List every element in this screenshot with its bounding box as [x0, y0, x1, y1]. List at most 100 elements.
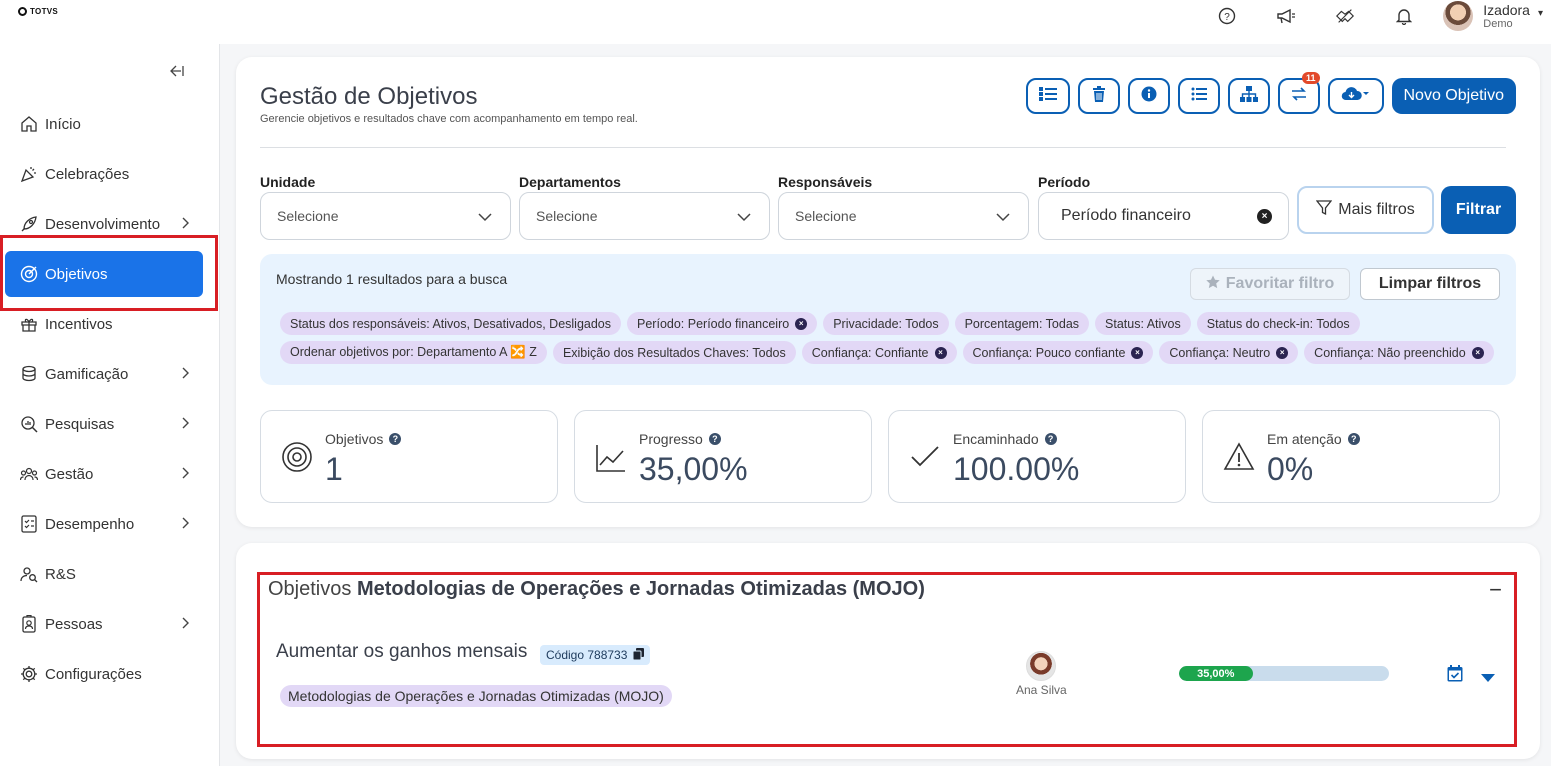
chevron-right-icon — [182, 366, 190, 383]
bell-icon[interactable] — [1394, 6, 1414, 26]
remove-chip-icon[interactable]: × — [1471, 346, 1484, 359]
filter-chip: Status: Ativos — [1095, 312, 1191, 335]
filter-chip[interactable]: Confiança: Neutro × — [1159, 341, 1299, 364]
group-name: Metodologias de Operações e Jornadas Oti… — [356, 578, 925, 600]
help-icon[interactable]: ? — [1044, 433, 1057, 445]
chevron-down-icon — [737, 209, 751, 225]
chevron-right-icon — [182, 616, 190, 633]
logo-mark-icon — [18, 7, 27, 16]
totvs-logo[interactable]: TOTVS — [18, 7, 58, 16]
stat-label: Progresso — [639, 431, 703, 447]
owner-avatar[interactable] — [1026, 651, 1056, 681]
new-objective-button[interactable]: Novo Objetivo — [1391, 78, 1516, 114]
progress-fill: 35,00% — [1179, 666, 1253, 681]
sidebar-item-label: Incentivos — [45, 315, 113, 333]
handshake-icon[interactable] — [1335, 6, 1355, 26]
svg-text:?: ? — [1224, 12, 1230, 23]
sidebar-item-label: Gamificação — [45, 365, 129, 383]
stat-value: 35,00% — [639, 451, 748, 487]
sidebar-item-gamificacao[interactable]: Gamificação — [0, 349, 220, 399]
sidebar-item-pesquisas[interactable]: Pesquisas — [0, 399, 220, 449]
objectives-group-header[interactable]: Objetivos Metodologias de Operações e Jo… — [268, 578, 925, 601]
responsaveis-label: Responsáveis — [778, 174, 873, 190]
calendar-check-icon[interactable] — [1447, 665, 1463, 687]
check-icon — [909, 441, 941, 478]
sidebar-item-inicio[interactable]: Início — [0, 99, 220, 149]
chevron-right-icon — [182, 216, 190, 233]
responsaveis-select[interactable]: Selecione — [778, 192, 1029, 240]
clear-period-icon[interactable]: × — [1257, 209, 1272, 224]
filter-chip: Exibição dos Resultados Chaves: Todos — [552, 341, 796, 364]
sidebar-item-label: Configurações — [45, 665, 142, 683]
collapse-left-icon[interactable] — [170, 64, 184, 80]
sidebar-item-desenvolvimento[interactable]: Desenvolvimento — [0, 199, 220, 249]
favorite-filter-button[interactable]: Favoritar filtro — [1190, 268, 1350, 300]
collapse-group-icon[interactable]: − — [1489, 577, 1502, 603]
checklist-icon — [20, 515, 38, 533]
filter-chip[interactable]: Confiança: Confiante × — [801, 341, 957, 364]
objective-department-chip: Metodologias de Operações e Jornadas Oti… — [280, 685, 672, 707]
sync-button[interactable]: 11 — [1277, 72, 1320, 114]
departamentos-select[interactable]: Selecione — [519, 192, 770, 240]
help-icon[interactable]: ? — [708, 433, 721, 445]
trend-chart-icon — [595, 441, 627, 478]
sidebar-item-desempenho[interactable]: Desempenho — [0, 499, 220, 549]
info-button[interactable] — [1127, 78, 1170, 114]
hierarchy-button[interactable] — [1227, 78, 1270, 114]
results-panel: Mostrando 1 resultados para a busca Favo… — [260, 254, 1516, 385]
filter-chip[interactable]: Confiança: Não preenchido × — [1304, 341, 1494, 364]
sidebar-item-pessoas[interactable]: Pessoas — [0, 599, 220, 649]
filter-chip[interactable]: Confiança: Pouco confiante × — [962, 341, 1154, 364]
stat-value: 100.00% — [953, 451, 1080, 487]
sidebar-item-configuracoes[interactable]: Configurações — [0, 649, 220, 699]
unidade-select[interactable]: Selecione — [260, 192, 511, 240]
delete-button[interactable] — [1077, 78, 1120, 114]
target-icon — [281, 441, 313, 478]
list-button[interactable] — [1177, 78, 1220, 114]
megaphone-icon[interactable] — [1276, 6, 1296, 26]
sidebar-item-label: R&S — [45, 565, 76, 583]
objective-title[interactable]: Aumentar os ganhos mensais — [276, 641, 527, 663]
expand-objective-icon[interactable] — [1481, 670, 1495, 688]
user-avatar[interactable] — [1443, 1, 1474, 31]
apply-filter-button[interactable]: Filtrar — [1441, 186, 1516, 234]
user-caret-icon[interactable]: ▾ — [1538, 8, 1543, 19]
target-icon — [20, 265, 38, 283]
list-view-button[interactable] — [1025, 78, 1070, 114]
page-subtitle: Gerencie objetivos e resultados chave co… — [260, 113, 638, 125]
sidebar-item-objetivos[interactable]: Objetivos — [0, 249, 220, 299]
download-menu-button[interactable] — [1327, 78, 1384, 114]
rocket-icon — [20, 215, 38, 233]
info-icon — [1141, 86, 1157, 107]
user-menu[interactable]: Izadora Demo — [1483, 3, 1530, 30]
sidebar-item-label: Pessoas — [45, 615, 103, 633]
sidebar-item-label: Desenvolvimento — [45, 215, 161, 233]
list-icon — [1191, 87, 1207, 106]
clear-filters-button[interactable]: Limpar filtros — [1360, 268, 1500, 300]
chevron-down-icon — [478, 209, 492, 225]
more-filters-button[interactable]: Mais filtros — [1297, 186, 1434, 234]
remove-chip-icon[interactable]: × — [1131, 346, 1144, 359]
help-icon[interactable]: ? — [389, 433, 402, 445]
sidebar-item-r-s[interactable]: R&S — [0, 549, 220, 599]
cloud-download-icon — [1341, 86, 1371, 107]
copy-icon[interactable] — [632, 647, 645, 663]
remove-chip-icon[interactable]: × — [795, 317, 808, 330]
gear-icon — [20, 665, 38, 683]
warning-icon — [1223, 441, 1255, 478]
sidebar-item-gestao[interactable]: Gestão — [0, 449, 220, 499]
chevron-right-icon — [182, 516, 190, 533]
filter-chip: Privacidade: Todos — [823, 312, 949, 335]
periodo-select[interactable]: Período financeiro × — [1038, 192, 1289, 240]
help-icon[interactable]: ? — [1347, 433, 1360, 445]
top-bar: TOTVS ? Izadora Demo ▾ — [0, 0, 1551, 44]
remove-chip-icon[interactable]: × — [1276, 346, 1289, 359]
sidebar-item-incentivos[interactable]: Incentivos — [0, 299, 220, 349]
sidebar-item-celebracoes[interactable]: Celebrações — [0, 149, 220, 199]
help-icon[interactable]: ? — [1217, 6, 1237, 26]
filter-chip[interactable]: Período: Período financeiro × — [627, 312, 818, 335]
sidebar-item-label: Celebrações — [45, 165, 130, 183]
stat-label: Objetivos — [325, 431, 384, 447]
remove-chip-icon[interactable]: × — [934, 346, 947, 359]
objective-code-badge: Código 788733 — [540, 645, 651, 665]
